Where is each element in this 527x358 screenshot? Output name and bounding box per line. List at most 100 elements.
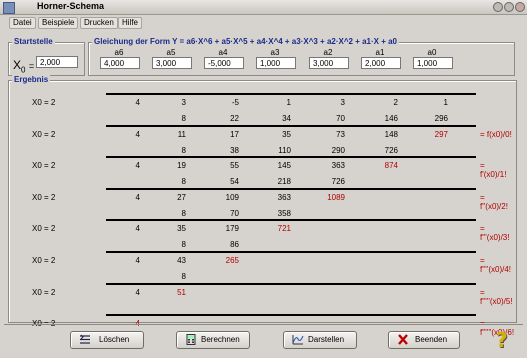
result-cell: 27 (177, 192, 186, 202)
derivative-label: = f''(x0)/2! (480, 192, 508, 211)
product-cell: 70 (336, 114, 345, 123)
coef-input-a3[interactable]: 1,000 (256, 57, 296, 69)
derivative-label: = f'(x0)/1! (480, 161, 507, 180)
result-cell: 109 (225, 192, 239, 202)
product-cell: 54 (230, 177, 239, 187)
menu-bar: Datei Beispiele Drucken Hilfe (0, 15, 527, 29)
result-cell: 43 (177, 256, 186, 265)
row-separator (106, 124, 476, 127)
darstellen-label: Darstellen (308, 335, 345, 344)
derivative-label: = f(x0)/0! (480, 129, 512, 139)
row-label: X0 = 2 (32, 129, 56, 139)
product-cell: 8 (181, 145, 186, 155)
coef-label-a1: a1 (375, 48, 385, 57)
product-cell: 8 (181, 240, 186, 250)
berechnen-label: Berechnen (201, 335, 240, 344)
help-icon[interactable]: ? (496, 328, 518, 352)
result-cell: 4 (135, 129, 140, 139)
result-cell: 1 (443, 98, 448, 107)
coef-input-a1[interactable]: 2,000 (361, 57, 401, 69)
product-cell: 70 (230, 208, 239, 218)
row-separator (106, 219, 476, 222)
row-label: X0 = 2 (32, 224, 56, 234)
row-separator (106, 251, 476, 253)
coef-label-a0: a0 (427, 48, 437, 57)
result-cell: 363 (331, 161, 345, 171)
result-cell: 721 (277, 224, 291, 234)
result-cell: 297 (434, 129, 448, 139)
row-separator (106, 187, 476, 190)
menu-hilfe[interactable]: Hilfe (118, 17, 143, 29)
startstelle-title: Startstelle (12, 37, 55, 46)
result-cell: 4 (135, 98, 140, 107)
derivative-label: = f''''(x0)/4! (480, 256, 512, 274)
row-separator (106, 93, 476, 95)
product-cell: 86 (230, 240, 239, 250)
result-cell: 4 (135, 256, 140, 265)
product-cell: 296 (434, 114, 448, 123)
app-icon (3, 2, 15, 14)
coef-label-a6: a6 (114, 48, 124, 57)
derivative-label: = f'''''(x0)/5! (480, 287, 513, 306)
result-cell: 4 (135, 192, 140, 202)
result-cell: 3 (340, 98, 345, 107)
berechnen-button[interactable]: Berechnen (176, 331, 250, 349)
product-cell: 8 (181, 208, 186, 218)
clear-icon (80, 334, 90, 344)
close-button[interactable] (515, 2, 525, 12)
result-cell: 874 (384, 161, 398, 171)
divider (4, 324, 523, 325)
result-cell: 35 (177, 224, 186, 234)
result-cell: -5 (231, 98, 239, 107)
graph-icon (292, 335, 304, 345)
derivative-label: = f'''(x0)/3! (480, 224, 510, 243)
coef-input-a5[interactable]: 3,000 (152, 57, 192, 69)
coef-input-a6[interactable]: 4,000 (100, 57, 140, 69)
result-cell: 4 (135, 161, 140, 171)
title-bar: Horner-Schema (0, 0, 527, 15)
result-cell: 51 (177, 287, 186, 297)
product-cell: 8 (181, 114, 186, 123)
product-cell: 218 (277, 177, 291, 187)
result-cell: 4 (135, 224, 140, 234)
result-cell: 73 (336, 129, 345, 139)
menu-drucken[interactable]: Drucken (80, 17, 118, 29)
result-cell: 179 (225, 224, 239, 234)
product-cell: 8 (181, 177, 186, 187)
row-separator (106, 156, 476, 159)
result-cell: 265 (225, 256, 239, 265)
product-cell: 38 (230, 145, 239, 155)
loeschen-label: Löschen (99, 335, 130, 344)
result-cell: 35 (282, 129, 291, 139)
product-cell: 358 (277, 208, 291, 218)
coef-label-a2: a2 (323, 48, 333, 57)
beenden-button[interactable]: Beenden (388, 331, 460, 349)
result-cell: 4 (135, 287, 140, 297)
minimize-button[interactable] (493, 2, 503, 12)
coef-input-a4[interactable]: -5,000 (204, 57, 244, 69)
startstelle-input[interactable]: 2,000 (36, 56, 78, 68)
maximize-button[interactable] (504, 2, 514, 12)
product-cell: 34 (282, 114, 291, 123)
row-separator (106, 282, 476, 285)
result-cell: 148 (384, 129, 398, 139)
result-cell: 1 (286, 98, 291, 107)
coef-label-a3: a3 (270, 48, 280, 57)
product-cell: 8 (181, 272, 186, 281)
menu-beispiele[interactable]: Beispiele (38, 17, 79, 29)
result-cell: 3 (181, 98, 186, 107)
coef-input-a0[interactable]: 1,000 (413, 57, 453, 69)
darstellen-button[interactable]: Darstellen (283, 331, 357, 349)
loeschen-button[interactable]: Löschen (70, 331, 144, 349)
product-cell: 726 (384, 145, 398, 155)
row-label: X0 = 2 (32, 192, 56, 202)
result-cell: 19 (177, 161, 186, 171)
close-icon (398, 334, 408, 345)
coef-label-a5: a5 (166, 48, 176, 57)
product-cell: 22 (230, 114, 239, 123)
coef-input-a2[interactable]: 3,000 (309, 57, 349, 69)
result-cell: 1089 (327, 192, 345, 202)
menu-datei[interactable]: Datei (9, 17, 36, 29)
row-label: X0 = 2 (32, 98, 56, 107)
x0-label: X0 = (13, 58, 35, 75)
